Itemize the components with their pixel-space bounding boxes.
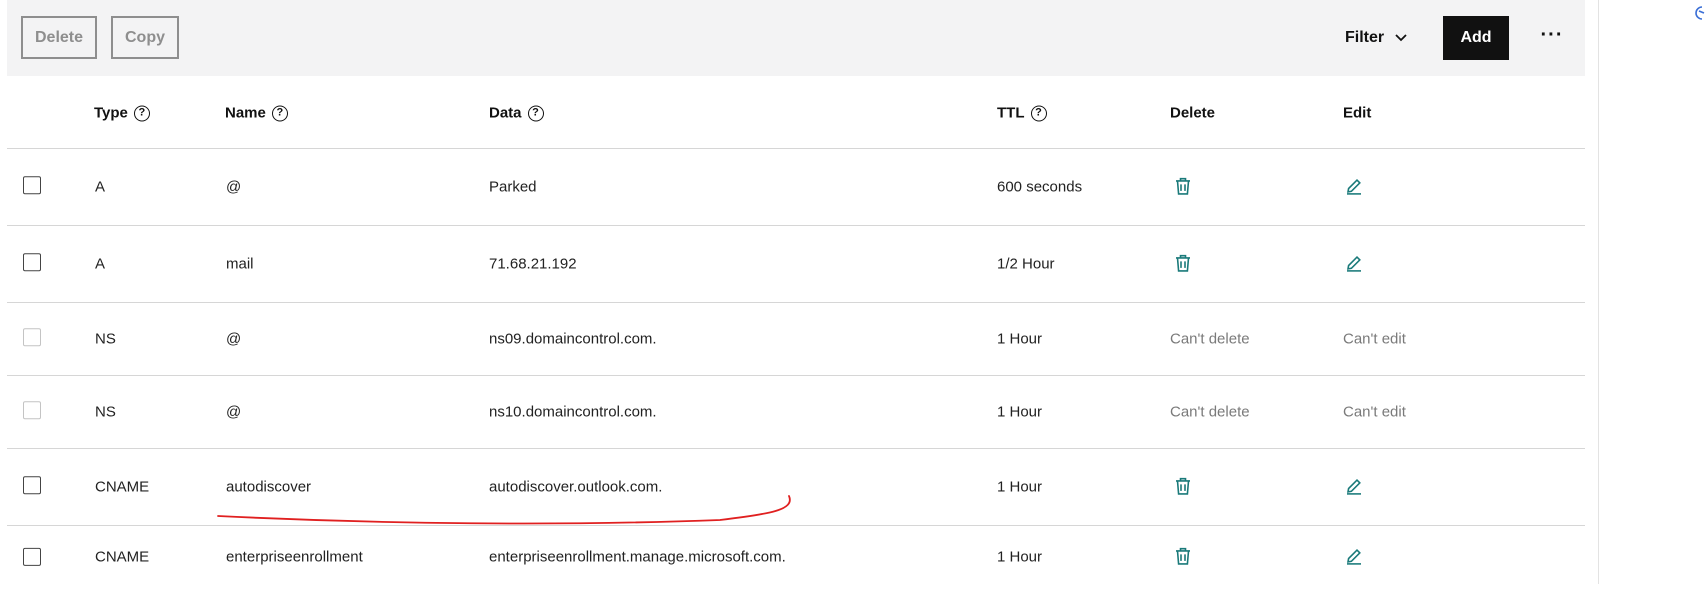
filter-label: Filter: [1345, 29, 1385, 46]
cell-ttl: 1 Hour: [997, 403, 1043, 421]
pencil-icon[interactable]: [1343, 475, 1365, 497]
trash-icon[interactable]: [1172, 475, 1194, 497]
dns-records-panel: Delete Copy Filter Add ··· Type ? Name ?…: [7, 0, 1585, 584]
cant-delete-label: Can't delete: [1170, 403, 1250, 421]
cell-type: CNAME: [95, 548, 150, 566]
cell-name: mail: [226, 255, 254, 273]
row-checkbox[interactable]: [23, 176, 41, 195]
cell-ttl: 600 seconds: [997, 178, 1083, 196]
table-header: Type ? Name ? Data ? TTL ? Delete Edit: [7, 76, 1585, 149]
question-circle-icon[interactable]: ?: [527, 105, 544, 121]
cell-data: autodiscover.outlook.com.: [489, 478, 663, 496]
row-checkbox[interactable]: [23, 476, 41, 495]
question-circle-icon[interactable]: ?: [1030, 105, 1047, 121]
header-data: Data ?: [489, 105, 544, 122]
cell-type: CNAME: [95, 478, 150, 496]
header-delete: Delete: [1170, 104, 1216, 122]
add-button[interactable]: Add: [1443, 16, 1509, 60]
pencil-icon[interactable]: [1343, 545, 1365, 567]
chevron-down-icon: [1395, 34, 1407, 42]
table-row: NS @ ns09.domaincontrol.com. 1 Hour Can'…: [7, 303, 1585, 376]
cell-data: Parked: [489, 178, 537, 196]
cant-edit-label: Can't edit: [1343, 403, 1406, 421]
cell-ttl: 1/2 Hour: [997, 255, 1055, 273]
trash-icon[interactable]: [1172, 252, 1194, 274]
cell-data: 71.68.21.192: [489, 255, 577, 273]
header-name: Name ?: [225, 105, 288, 122]
table-row: CNAME enterpriseenrollment enterpriseenr…: [7, 526, 1585, 603]
cant-edit-label: Can't edit: [1343, 330, 1406, 348]
header-ttl: TTL ?: [997, 105, 1047, 122]
cell-name: @: [226, 178, 242, 196]
toolbar: Delete Copy Filter Add ···: [7, 0, 1585, 76]
pencil-icon[interactable]: [1343, 252, 1365, 274]
question-circle-icon[interactable]: ?: [271, 105, 288, 121]
header-edit: Edit: [1343, 104, 1372, 122]
cell-type: NS: [95, 330, 116, 348]
link-icon[interactable]: [1690, 4, 1705, 24]
ellipsis-icon[interactable]: ···: [1537, 22, 1567, 48]
table-row: A @ Parked 600 seconds: [7, 149, 1585, 226]
cell-data: ns10.domaincontrol.com.: [489, 403, 657, 421]
pencil-icon[interactable]: [1343, 175, 1365, 197]
cell-ttl: 1 Hour: [997, 478, 1043, 496]
cell-ttl: 1 Hour: [997, 330, 1043, 348]
cant-delete-label: Can't delete: [1170, 330, 1250, 348]
cell-name: @: [226, 330, 242, 348]
cell-ttl: 1 Hour: [997, 548, 1043, 566]
question-circle-icon[interactable]: ?: [133, 105, 150, 121]
table-row: A mail 71.68.21.192 1/2 Hour: [7, 226, 1585, 303]
table-row: NS @ ns10.domaincontrol.com. 1 Hour Can'…: [7, 376, 1585, 449]
row-checkbox-disabled: [23, 401, 41, 420]
cell-name: @: [226, 403, 242, 421]
delete-button[interactable]: Delete: [21, 16, 97, 59]
header-type: Type ?: [94, 105, 150, 122]
copy-button[interactable]: Copy: [111, 16, 179, 59]
cell-type: A: [95, 178, 106, 196]
trash-icon[interactable]: [1172, 175, 1194, 197]
cell-type: NS: [95, 403, 116, 421]
trash-icon[interactable]: [1172, 545, 1194, 567]
panel-divider: [1598, 0, 1599, 584]
cell-name: autodiscover: [226, 478, 312, 496]
cell-type: A: [95, 255, 106, 273]
row-checkbox[interactable]: [23, 253, 41, 272]
filter-dropdown[interactable]: Filter: [1345, 24, 1408, 52]
row-checkbox[interactable]: [23, 547, 41, 566]
table-row: CNAME autodiscover autodiscover.outlook.…: [7, 449, 1585, 526]
cell-data: ns09.domaincontrol.com.: [489, 330, 657, 348]
row-checkbox-disabled: [23, 328, 41, 347]
cell-data: enterpriseenrollment.manage.microsoft.co…: [489, 548, 786, 566]
cell-name: enterpriseenrollment: [226, 548, 363, 566]
